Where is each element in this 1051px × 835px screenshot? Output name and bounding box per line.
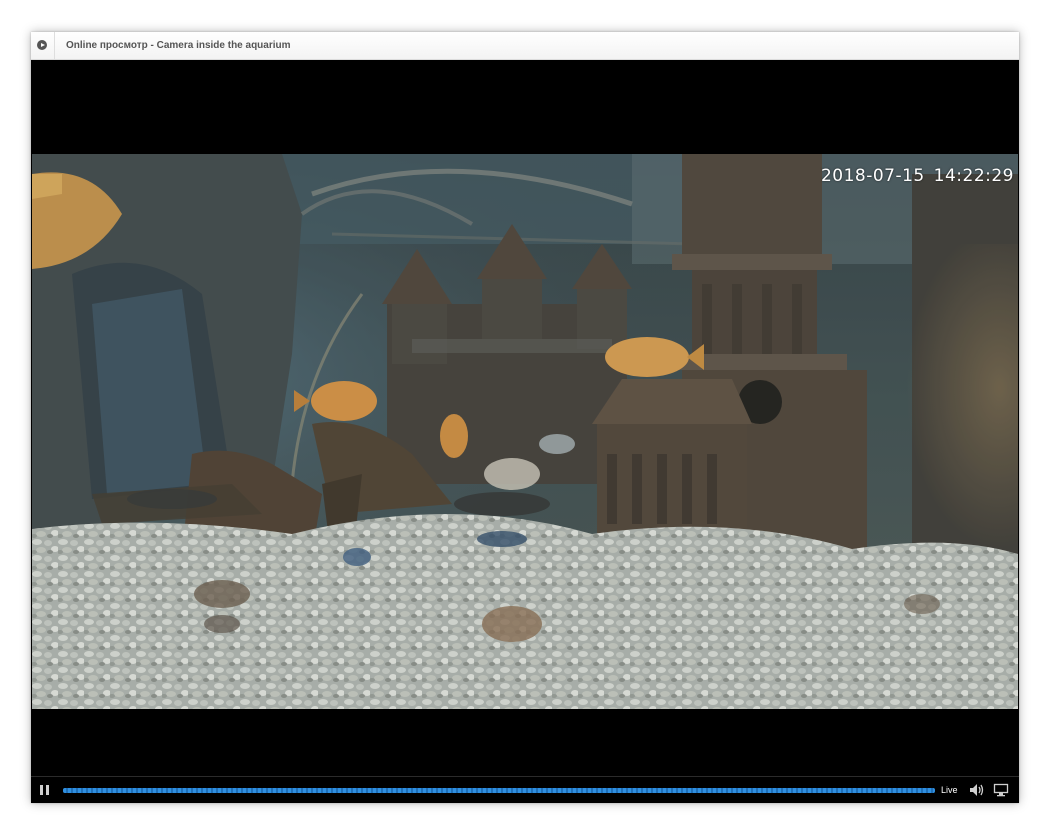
- video-frame[interactable]: 2018-07-15 14:22:29: [32, 154, 1018, 709]
- volume-icon[interactable]: [969, 783, 985, 797]
- progress-bar[interactable]: [63, 788, 935, 793]
- player-control-bar: Live: [31, 776, 1019, 803]
- video-timestamp: 2018-07-15 14:22:29: [820, 166, 1014, 186]
- pause-icon[interactable]: [40, 785, 49, 795]
- aquarium-scene-image: [32, 154, 1018, 709]
- progress-fill: [63, 788, 935, 793]
- window-title: Online просмотр - Camera inside the aqua…: [66, 40, 291, 51]
- play-icon: [37, 40, 47, 50]
- video-player[interactable]: 2018-07-15 14:22:29 Live: [31, 60, 1019, 803]
- live-button[interactable]: Live: [941, 785, 958, 795]
- player-window: Online просмотр - Camera inside the aqua…: [31, 32, 1019, 803]
- play-icon-button[interactable]: [31, 32, 55, 59]
- title-bar: Online просмотр - Camera inside the aqua…: [31, 32, 1019, 60]
- screen-icon[interactable]: [993, 783, 1009, 797]
